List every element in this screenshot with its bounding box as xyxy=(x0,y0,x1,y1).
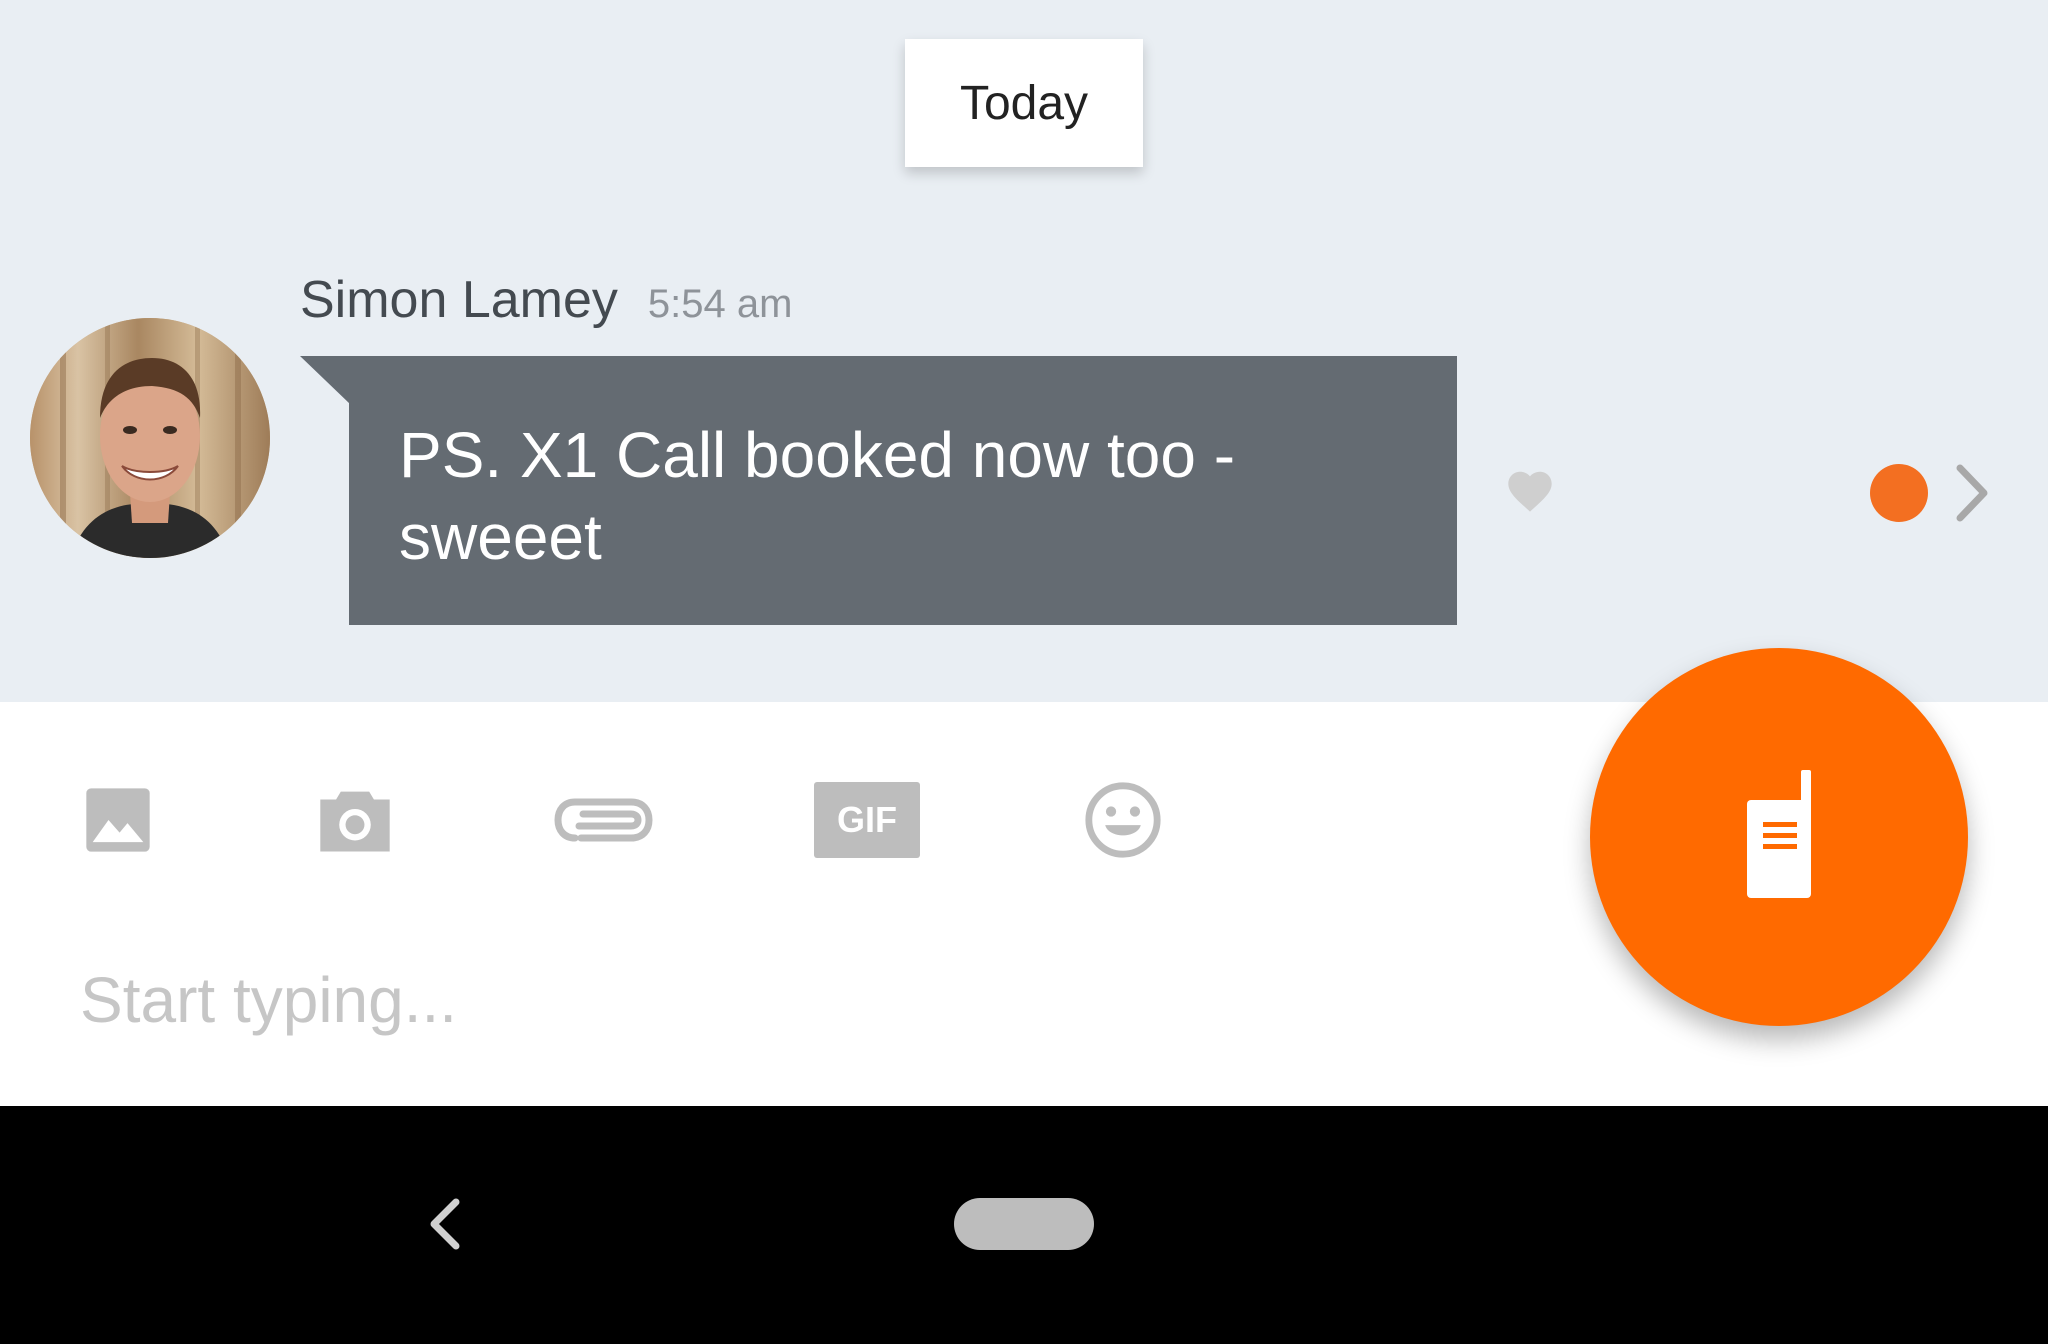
message-header: Simon Lamey 5:54 am xyxy=(300,270,792,340)
chevron-right-icon[interactable] xyxy=(1952,460,1992,526)
message-list[interactable]: Today Simon Lamey 5:54 am PS. X1 Call bo… xyxy=(0,0,2048,702)
back-icon xyxy=(430,1198,460,1250)
avatar-photo xyxy=(30,318,270,558)
date-separator-label: Today xyxy=(959,76,1089,130)
home-button[interactable] xyxy=(954,1198,1094,1250)
bubble-tail xyxy=(300,356,350,404)
emoji-button[interactable] xyxy=(1080,770,1166,870)
camera-button[interactable] xyxy=(312,770,398,870)
chat-screen: Today Simon Lamey 5:54 am PS. X1 Call bo… xyxy=(0,0,2048,1344)
avatar[interactable] xyxy=(30,318,270,558)
image-icon xyxy=(80,782,156,858)
attachment-icon xyxy=(551,790,655,850)
unread-indicator xyxy=(1870,464,1928,522)
emoji-icon xyxy=(1082,779,1164,861)
walkie-talkie-icon xyxy=(1739,769,1819,905)
gif-icon: GIF xyxy=(814,782,920,858)
camera-icon xyxy=(314,782,396,858)
date-separator: Today xyxy=(905,39,1143,167)
message-time: 5:54 am xyxy=(647,282,793,326)
message-input[interactable] xyxy=(80,960,1530,1040)
sender-name[interactable]: Simon Lamey xyxy=(300,270,618,330)
gif-button[interactable]: GIF xyxy=(814,770,920,870)
gif-label: GIF xyxy=(837,799,897,840)
back-button[interactable] xyxy=(420,1196,470,1252)
message-text: PS. X1 Call booked now too - sweeet xyxy=(399,419,1236,573)
attach-button[interactable] xyxy=(550,770,656,870)
message-bubble[interactable]: PS. X1 Call booked now too - sweeet xyxy=(349,356,1457,625)
image-button[interactable] xyxy=(78,770,158,870)
heart-icon[interactable] xyxy=(1504,466,1556,514)
walkie-talkie-button[interactable] xyxy=(1590,648,1968,1026)
